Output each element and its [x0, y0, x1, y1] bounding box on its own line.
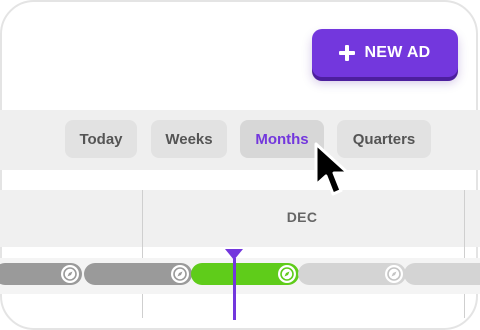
compass-icon: [171, 265, 189, 283]
column-divider: [464, 190, 465, 318]
ad-bar[interactable]: [0, 263, 82, 285]
timeline-header: [0, 190, 480, 247]
month-label: DEC: [286, 209, 318, 225]
compass-icon: [385, 265, 403, 283]
view-toggle-bar: Today Weeks Months Quarters: [0, 110, 480, 170]
ad-bar-active[interactable]: [191, 263, 299, 285]
plus-icon: [339, 45, 356, 61]
ad-bar[interactable]: [404, 263, 480, 285]
column-divider: [142, 190, 143, 318]
new-ad-label: NEW AD: [364, 44, 431, 61]
compass-icon: [61, 265, 79, 283]
playhead-line[interactable]: [233, 258, 236, 320]
compass-icon: [278, 265, 296, 283]
ad-bar[interactable]: [84, 263, 192, 285]
view-option-weeks[interactable]: Weeks: [151, 120, 227, 158]
ad-bar[interactable]: [298, 263, 406, 285]
playhead-handle[interactable]: [225, 249, 243, 260]
new-ad-button[interactable]: NEW AD: [312, 29, 458, 77]
mouse-cursor-icon: [314, 142, 350, 196]
view-option-today[interactable]: Today: [65, 120, 137, 158]
